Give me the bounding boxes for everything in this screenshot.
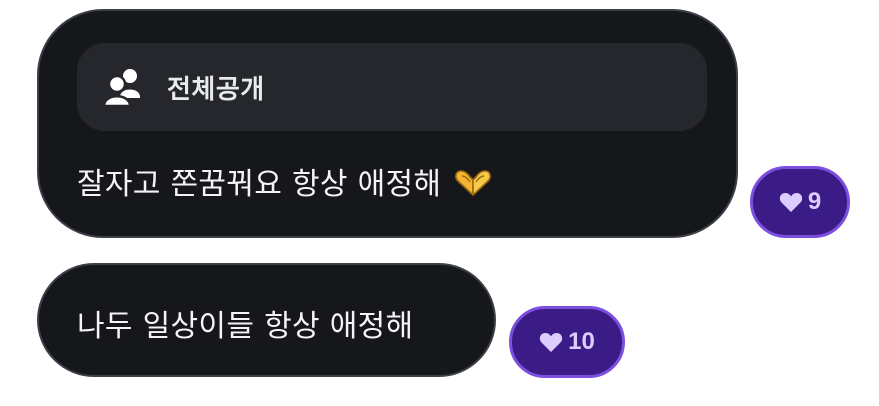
heart-icon: [779, 191, 803, 213]
message-bubble-2[interactable]: 나두 일상이들 항상 애정해: [37, 263, 496, 377]
like-badge-2[interactable]: 10: [509, 306, 625, 378]
like-badge-1[interactable]: 9: [750, 166, 850, 238]
message-text-2: 나두 일상이들 항상 애정해: [77, 309, 414, 344]
like-count-2: 10: [568, 328, 595, 355]
people-icon: [103, 67, 147, 107]
message-bubble-1[interactable]: 전체공개 잘자고 쫀꿈꿔요 항상 애정해: [37, 9, 738, 238]
message-text-1: 잘자고 쫀꿈꿔요 항상 애정해: [77, 159, 493, 206]
visibility-chip: 전체공개: [77, 43, 707, 131]
heart-hands-emoji: [453, 168, 493, 206]
visibility-label: 전체공개: [167, 74, 265, 105]
heart-icon: [539, 331, 563, 353]
like-count-1: 9: [807, 188, 822, 215]
message-text-1-content: 잘자고 쫀꿈꿔요 항상 애정해: [77, 167, 442, 202]
